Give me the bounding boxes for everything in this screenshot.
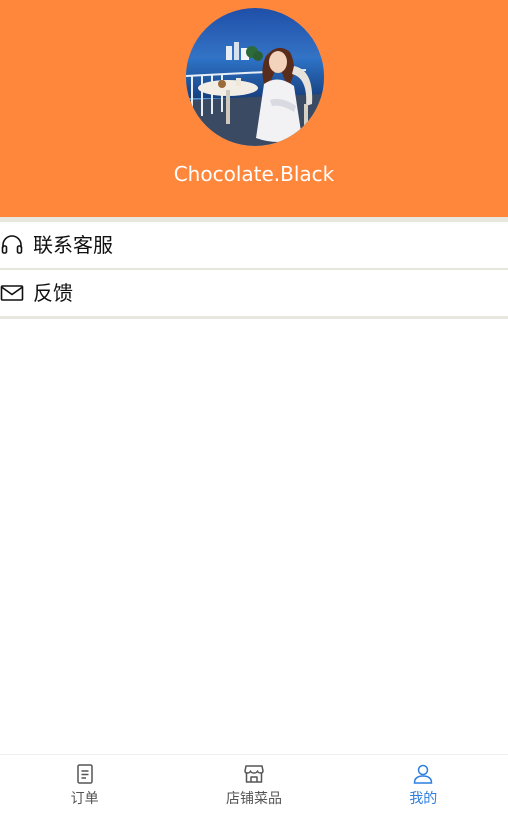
tab-orders[interactable]: 订单: [0, 755, 169, 813]
menu-item-contact-support[interactable]: 联系客服: [0, 222, 508, 268]
tab-label: 店铺菜品: [225, 791, 282, 807]
menu-item-label: 联系客服: [33, 233, 113, 257]
avatar-image: [186, 8, 324, 146]
username: Chocolate.Black: [173, 162, 335, 186]
profile-page: Chocolate.Black 联系客服 反馈 订单 店铺菜品 我的: [0, 0, 508, 813]
menu-item-feedback[interactable]: 反馈: [0, 270, 508, 316]
headset-icon: [0, 233, 24, 257]
bottom-tab-bar: 订单 店铺菜品 我的: [0, 754, 508, 813]
menu-item-label: 反馈: [33, 281, 73, 305]
tab-label: 我的: [409, 791, 438, 807]
envelope-icon: [0, 281, 24, 305]
avatar[interactable]: [186, 8, 324, 146]
tab-mine[interactable]: 我的: [339, 755, 508, 813]
profile-header: Chocolate.Black: [0, 0, 508, 217]
storefront-icon: [243, 763, 265, 785]
user-icon: [412, 763, 434, 785]
tab-store-dishes[interactable]: 店铺菜品: [169, 755, 338, 813]
document-icon: [74, 763, 96, 785]
tab-label: 订单: [70, 791, 99, 807]
divider: [0, 316, 508, 319]
